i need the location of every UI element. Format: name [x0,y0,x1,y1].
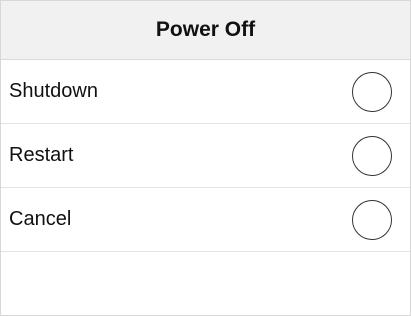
option-label-restart: Restart [9,144,74,166]
option-label-cancel: Cancel [9,208,72,230]
option-restart[interactable]: Restart [1,124,410,188]
option-shutdown[interactable]: Shutdown [1,60,410,124]
option-label-shutdown: Shutdown [9,80,98,102]
dialog-footer-space [1,252,410,309]
power-options-list: Shutdown Restart Cancel [1,60,410,252]
dialog-title: Power Off [155,18,256,41]
power-off-dialog: Power Off Shutdown Restart Cancel [0,0,411,316]
option-cancel[interactable]: Cancel [1,188,410,252]
dialog-header: Power Off [1,1,410,60]
radio-shutdown[interactable] [352,71,392,112]
radio-restart[interactable] [352,135,392,176]
radio-cancel[interactable] [352,199,392,240]
